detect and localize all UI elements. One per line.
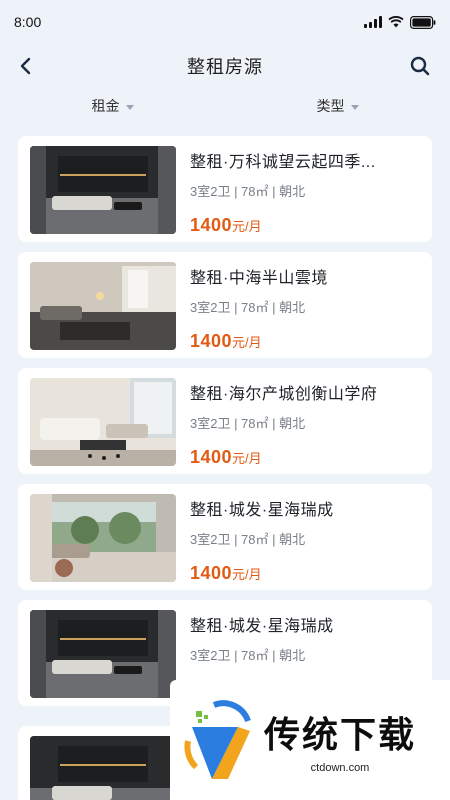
wifi-icon <box>388 16 404 28</box>
caret-down-icon <box>350 104 359 110</box>
listing-meta: 3室2卫 | 78㎡ | 朝北 <box>190 416 306 431</box>
price-value: 1400 <box>190 215 233 235</box>
listing-title: 整租·中海半山雲境 <box>190 270 328 287</box>
filter-bar: 租金 类型 <box>0 88 450 124</box>
listing-title: 整租·城发·星海瑞成 <box>190 618 334 635</box>
caret-down-icon <box>125 104 134 110</box>
listing-photo <box>30 736 176 800</box>
battery-icon <box>410 15 436 29</box>
watermark-brand: 传统下载 <box>264 714 417 755</box>
listing-title: 整租·万科诚望云起四季... <box>190 154 376 171</box>
search-icon <box>410 56 430 76</box>
filter-rent[interactable]: 租金 <box>0 88 225 124</box>
listing-price: 1400元/月 <box>190 331 420 352</box>
signal-icon <box>364 16 382 28</box>
listing-title: 整租·海尔产城创衡山学府 <box>190 386 378 403</box>
status-bar: 8:00 <box>0 0 450 44</box>
price-value: 1400 <box>190 563 233 583</box>
status-time: 8:00 <box>14 14 42 30</box>
listing-meta: 3室2卫 | 78㎡ | 朝北 <box>190 184 306 199</box>
listing-photo <box>30 610 176 698</box>
listing-list: 整租·万科诚望云起四季... 3室2卫 | 78㎡ | 朝北 1400元/月 整… <box>18 136 432 716</box>
price-value: 1400 <box>190 447 233 467</box>
listing-meta: 3室2卫 | 78㎡ | 朝北 <box>190 532 306 547</box>
listing-meta: 3室2卫 | 78㎡ | 朝北 <box>190 300 306 315</box>
listing-price: 1400元/月 <box>190 563 420 584</box>
search-button[interactable] <box>408 54 432 78</box>
listing-card[interactable]: 整租·中海半山雲境 3室2卫 | 78㎡ | 朝北 1400元/月 <box>18 252 432 358</box>
listing-photo <box>30 262 176 350</box>
watermark-url: ctdown.com <box>310 762 370 774</box>
price-unit: 元/月 <box>232 219 262 234</box>
listing-card[interactable]: 整租·万科诚望云起四季... 3室2卫 | 78㎡ | 朝北 1400元/月 <box>18 136 432 242</box>
nav-bar: 整租房源 <box>0 44 450 88</box>
filter-type[interactable]: 类型 <box>225 88 450 124</box>
listing-card[interactable]: 整租·城发·星海瑞成 3室2卫 | 78㎡ | 朝北 1400元/月 <box>18 484 432 590</box>
filter-rent-label: 租金 <box>91 98 120 114</box>
listing-photo <box>30 494 176 582</box>
back-button[interactable] <box>14 54 38 78</box>
page-title: 整租房源 <box>187 57 263 77</box>
price-unit: 元/月 <box>232 335 262 350</box>
filter-type-label: 类型 <box>316 98 345 114</box>
listing-photo <box>30 378 176 466</box>
price-unit: 元/月 <box>232 451 262 466</box>
status-icons <box>364 15 436 29</box>
watermark: 传统下载 ctdown.com <box>170 680 450 800</box>
listing-card[interactable]: 整租·海尔产城创衡山学府 3室2卫 | 78㎡ | 朝北 1400元/月 <box>18 368 432 474</box>
listing-price: 1400元/月 <box>190 215 420 236</box>
price-unit: 元/月 <box>232 567 262 582</box>
watermark-logo-icon <box>178 697 256 783</box>
listing-photo <box>30 146 176 234</box>
price-value: 1400 <box>190 331 233 351</box>
chevron-left-icon <box>20 57 31 75</box>
listing-meta: 3室2卫 | 78㎡ | 朝北 <box>190 648 306 663</box>
listing-title: 整租·城发·星海瑞成 <box>190 502 334 519</box>
listing-price: 1400元/月 <box>190 447 420 468</box>
